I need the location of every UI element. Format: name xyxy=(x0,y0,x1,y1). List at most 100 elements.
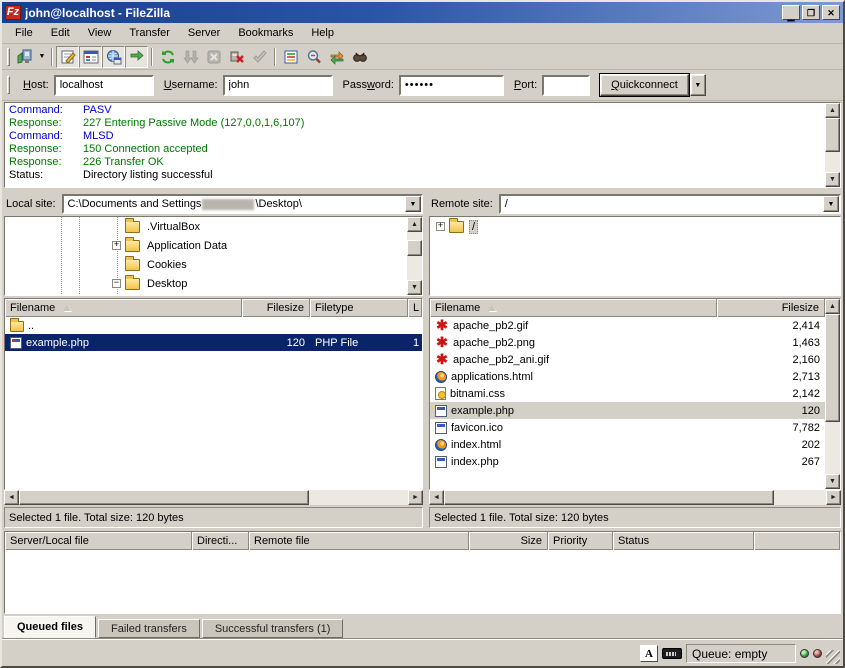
toggle-remote-tree-icon[interactable] xyxy=(102,46,125,68)
column-header-filesize[interactable]: Filesize xyxy=(242,299,310,317)
file-row[interactable]: applications.html 2,713 xyxy=(430,368,825,385)
cancel-icon[interactable] xyxy=(202,46,225,68)
toggle-message-log-icon[interactable] xyxy=(56,46,79,68)
local-tree-scrollbar[interactable]: ▲ ▼ xyxy=(407,217,422,295)
disconnect-icon[interactable] xyxy=(225,46,248,68)
compare-icon[interactable] xyxy=(302,46,325,68)
scroll-thumb[interactable] xyxy=(19,490,309,505)
column-header-remote-file[interactable]: Remote file xyxy=(249,532,469,550)
username-input[interactable] xyxy=(223,75,333,96)
file-row-selected[interactable]: example.php 120 xyxy=(430,402,825,419)
scroll-thumb[interactable] xyxy=(444,490,774,505)
local-pane: Local site: C:\Documents and Settings\De… xyxy=(4,193,423,528)
column-header-size[interactable]: Size xyxy=(469,532,548,550)
local-hscrollbar[interactable]: ◄ ► xyxy=(4,490,423,505)
scroll-down-icon[interactable]: ▼ xyxy=(825,474,840,489)
site-manager-icon[interactable] xyxy=(13,46,36,68)
filter-icon[interactable] xyxy=(279,46,302,68)
close-button[interactable]: ✕ xyxy=(822,5,840,20)
tab-queued-files[interactable]: Queued files xyxy=(4,616,96,638)
tree-item[interactable]: .VirtualBox xyxy=(5,217,407,236)
folder-icon xyxy=(125,240,140,252)
toggle-local-tree-icon[interactable] xyxy=(79,46,102,68)
tree-item-root[interactable]: +/ xyxy=(430,217,840,236)
maximize-button[interactable]: ❐ xyxy=(802,5,820,20)
resize-grip[interactable] xyxy=(826,650,840,664)
menu-transfer[interactable]: Transfer xyxy=(120,24,179,42)
menu-view[interactable]: View xyxy=(79,24,121,42)
quickconnect-dropdown-icon[interactable]: ▼ xyxy=(690,74,706,96)
site-manager-dropdown-icon[interactable]: ▼ xyxy=(36,46,48,68)
file-row-parent[interactable]: .. xyxy=(5,317,422,334)
remote-site-combobox[interactable]: / ▼ xyxy=(499,194,841,214)
remote-hscrollbar[interactable]: ◄ ► xyxy=(429,490,841,505)
host-input[interactable] xyxy=(54,75,154,96)
menu-file[interactable]: File xyxy=(6,24,42,42)
column-header-server-local-file[interactable]: Server/Local file xyxy=(5,532,192,550)
combo-dropdown-icon[interactable]: ▼ xyxy=(405,196,421,212)
expand-icon[interactable]: + xyxy=(436,222,445,231)
column-header-filename[interactable]: Filename xyxy=(5,299,242,317)
remote-pane: Remote site: / ▼ +/ Filename Filesiz xyxy=(429,193,841,528)
column-header-filename[interactable]: Filename xyxy=(430,299,717,317)
collapse-icon[interactable]: − xyxy=(112,279,121,288)
scroll-up-icon[interactable]: ▲ xyxy=(825,299,840,314)
tab-successful-transfers[interactable]: Successful transfers (1) xyxy=(202,619,344,638)
reconnect-icon[interactable] xyxy=(248,46,271,68)
combo-dropdown-icon[interactable]: ▼ xyxy=(823,196,839,212)
column-header-filesize[interactable]: Filesize xyxy=(717,299,825,317)
refresh-icon[interactable] xyxy=(156,46,179,68)
column-header-direction[interactable]: Directi... xyxy=(192,532,249,550)
file-row[interactable]: ✱apache_pb2.gif 2,414 xyxy=(430,317,825,334)
scroll-right-icon[interactable]: ► xyxy=(408,490,423,505)
remote-tree: +/ xyxy=(429,216,841,296)
column-header-lastmodified[interactable]: L xyxy=(408,299,422,317)
menu-edit[interactable]: Edit xyxy=(42,24,79,42)
file-row[interactable]: ✱apache_pb2_ani.gif 2,160 xyxy=(430,351,825,368)
scroll-up-icon[interactable]: ▲ xyxy=(407,217,422,232)
file-row[interactable]: bitnami.css 2,142 xyxy=(430,385,825,402)
host-label: Host: xyxy=(23,79,49,91)
port-input[interactable] xyxy=(542,75,590,96)
scroll-thumb[interactable] xyxy=(407,240,422,256)
speed-limits-icon[interactable] xyxy=(662,648,682,659)
file-row[interactable]: ✱apache_pb2.png 1,463 xyxy=(430,334,825,351)
toggle-queue-icon[interactable] xyxy=(125,46,148,68)
sync-browsing-icon[interactable] xyxy=(325,46,348,68)
scroll-down-icon[interactable]: ▼ xyxy=(825,172,840,187)
scroll-left-icon[interactable]: ◄ xyxy=(4,490,19,505)
folder-icon xyxy=(125,221,140,233)
toolbar: ▼ xyxy=(2,44,843,70)
scroll-left-icon[interactable]: ◄ xyxy=(429,490,444,505)
file-row[interactable]: index.html 202 xyxy=(430,436,825,453)
menu-bookmarks[interactable]: Bookmarks xyxy=(229,24,302,42)
tab-failed-transfers[interactable]: Failed transfers xyxy=(98,619,200,638)
menu-server[interactable]: Server xyxy=(179,24,229,42)
file-row[interactable]: index.php 267 xyxy=(430,453,825,470)
column-header-status[interactable]: Status xyxy=(613,532,754,550)
find-files-icon[interactable] xyxy=(348,46,371,68)
quickconnect-button[interactable]: Quickconnect xyxy=(600,74,689,96)
process-queue-icon[interactable] xyxy=(179,46,202,68)
ascii-datatype-icon[interactable]: A xyxy=(640,645,658,662)
file-row-selected[interactable]: example.php 120 PHP File 1 xyxy=(5,334,422,351)
minimize-button[interactable]: ▁ xyxy=(782,5,800,20)
local-site-combobox[interactable]: C:\Documents and Settings\Desktop\ ▼ xyxy=(62,194,423,214)
password-input[interactable] xyxy=(399,75,504,96)
scroll-right-icon[interactable]: ► xyxy=(826,490,841,505)
tree-item[interactable]: +Application Data xyxy=(5,236,407,255)
scroll-thumb[interactable] xyxy=(825,314,840,422)
remote-list-scrollbar[interactable]: ▲ ▼ xyxy=(825,299,840,489)
tree-item[interactable]: −Desktop xyxy=(5,274,407,293)
menu-help[interactable]: Help xyxy=(302,24,343,42)
column-header-priority[interactable]: Priority xyxy=(548,532,613,550)
column-header-filetype[interactable]: Filetype xyxy=(310,299,408,317)
log-scrollbar[interactable]: ▲ ▼ xyxy=(825,103,840,187)
expand-icon[interactable]: + xyxy=(112,241,121,250)
scroll-up-icon[interactable]: ▲ xyxy=(825,103,840,118)
scroll-down-icon[interactable]: ▼ xyxy=(407,280,422,295)
scroll-thumb[interactable] xyxy=(825,118,840,152)
tree-item[interactable]: Cookies xyxy=(5,255,407,274)
file-row[interactable]: favicon.ico 7,782 xyxy=(430,419,825,436)
folder-icon xyxy=(10,321,24,332)
